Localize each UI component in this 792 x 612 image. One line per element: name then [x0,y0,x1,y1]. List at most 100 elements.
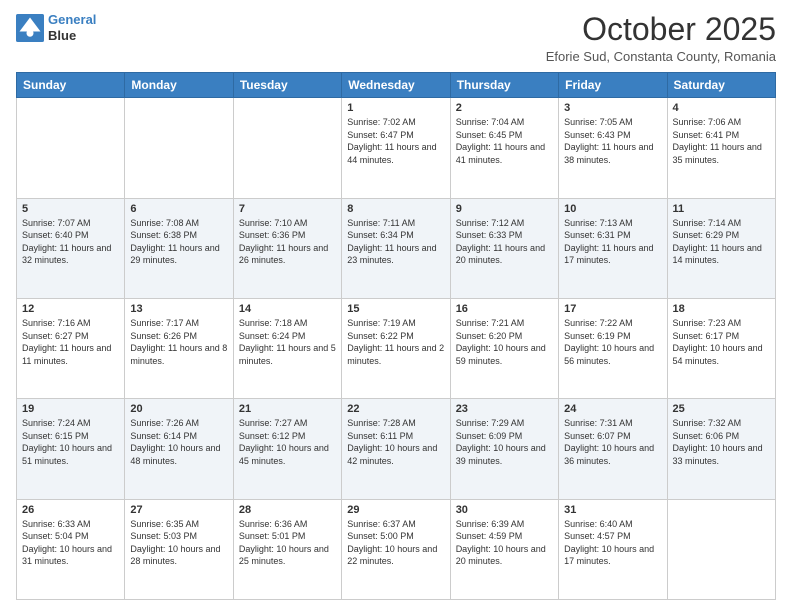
cell-date-1-3: 8 [347,203,444,215]
cell-date-4-2: 28 [239,504,336,516]
week-row-2: 12 Sunrise: 7:16 AM Sunset: 6:27 PM Dayli… [17,298,776,398]
cell-info-2-1: Sunrise: 7:17 AM Sunset: 6:26 PM Dayligh… [130,317,227,367]
cell-1-5: 10 Sunrise: 7:13 AM Sunset: 6:31 PM Dayli… [559,198,667,298]
cell-date-4-3: 29 [347,504,444,516]
location: Eforie Sud, Constanta County, Romania [546,49,776,64]
cell-0-1 [125,98,233,198]
cell-info-2-3: Sunrise: 7:19 AM Sunset: 6:22 PM Dayligh… [347,317,444,367]
cell-date-0-4: 2 [456,102,553,114]
cell-date-1-1: 6 [130,203,227,215]
cell-date-1-2: 7 [239,203,336,215]
cell-4-3: 29 Sunrise: 6:37 AM Sunset: 5:00 PM Dayli… [342,499,450,599]
cell-date-2-1: 13 [130,303,227,315]
col-monday: Monday [125,73,233,98]
cell-date-1-0: 5 [22,203,119,215]
cell-date-3-0: 19 [22,403,119,415]
cell-info-1-5: Sunrise: 7:13 AM Sunset: 6:31 PM Dayligh… [564,217,661,267]
cell-date-1-4: 9 [456,203,553,215]
cell-date-3-4: 23 [456,403,553,415]
cell-info-1-0: Sunrise: 7:07 AM Sunset: 6:40 PM Dayligh… [22,217,119,267]
cell-info-3-4: Sunrise: 7:29 AM Sunset: 6:09 PM Dayligh… [456,417,553,467]
cell-4-1: 27 Sunrise: 6:35 AM Sunset: 5:03 PM Dayli… [125,499,233,599]
cell-info-3-0: Sunrise: 7:24 AM Sunset: 6:15 PM Dayligh… [22,417,119,467]
cell-info-1-4: Sunrise: 7:12 AM Sunset: 6:33 PM Dayligh… [456,217,553,267]
cell-info-1-3: Sunrise: 7:11 AM Sunset: 6:34 PM Dayligh… [347,217,444,267]
logo: General Blue [16,12,96,43]
cell-info-4-1: Sunrise: 6:35 AM Sunset: 5:03 PM Dayligh… [130,518,227,568]
cell-info-4-0: Sunrise: 6:33 AM Sunset: 5:04 PM Dayligh… [22,518,119,568]
col-tuesday: Tuesday [233,73,341,98]
cell-3-0: 19 Sunrise: 7:24 AM Sunset: 6:15 PM Dayli… [17,399,125,499]
cell-2-2: 14 Sunrise: 7:18 AM Sunset: 6:24 PM Dayli… [233,298,341,398]
week-row-0: 1Sunrise: 7:02 AM Sunset: 6:47 PM Daylig… [17,98,776,198]
cell-0-6: 4 Sunrise: 7:06 AM Sunset: 6:41 PM Daylig… [667,98,775,198]
col-wednesday: Wednesday [342,73,450,98]
cell-1-2: 7 Sunrise: 7:10 AM Sunset: 6:36 PM Daylig… [233,198,341,298]
cell-2-6: 18Sunrise: 7:23 AM Sunset: 6:17 PM Dayli… [667,298,775,398]
cell-info-3-2: Sunrise: 7:27 AM Sunset: 6:12 PM Dayligh… [239,417,336,467]
calendar-header-row: Sunday Monday Tuesday Wednesday Thursday… [17,73,776,98]
col-thursday: Thursday [450,73,558,98]
cell-4-0: 26Sunrise: 6:33 AM Sunset: 5:04 PM Dayli… [17,499,125,599]
week-row-1: 5 Sunrise: 7:07 AM Sunset: 6:40 PM Daylig… [17,198,776,298]
cell-4-4: 30 Sunrise: 6:39 AM Sunset: 4:59 PM Dayli… [450,499,558,599]
cell-info-3-5: Sunrise: 7:31 AM Sunset: 6:07 PM Dayligh… [564,417,661,467]
cell-info-3-3: Sunrise: 7:28 AM Sunset: 6:11 PM Dayligh… [347,417,444,467]
cell-4-2: 28 Sunrise: 6:36 AM Sunset: 5:01 PM Dayli… [233,499,341,599]
cell-info-2-2: Sunrise: 7:18 AM Sunset: 6:24 PM Dayligh… [239,317,336,367]
cell-3-5: 24 Sunrise: 7:31 AM Sunset: 6:07 PM Dayli… [559,399,667,499]
cell-info-2-5: Sunrise: 7:22 AM Sunset: 6:19 PM Dayligh… [564,317,661,367]
cell-0-2 [233,98,341,198]
cell-date-3-3: 22 [347,403,444,415]
cell-1-1: 6Sunrise: 7:08 AM Sunset: 6:38 PM Daylig… [125,198,233,298]
cell-date-3-2: 21 [239,403,336,415]
cell-date-2-6: 18 [673,303,770,315]
cell-date-4-5: 31 [564,504,661,516]
cell-date-3-1: 20 [130,403,227,415]
cell-info-4-3: Sunrise: 6:37 AM Sunset: 5:00 PM Dayligh… [347,518,444,568]
cell-date-3-6: 25 [673,403,770,415]
cell-info-0-6: Sunrise: 7:06 AM Sunset: 6:41 PM Dayligh… [673,116,770,166]
cell-info-4-4: Sunrise: 6:39 AM Sunset: 4:59 PM Dayligh… [456,518,553,568]
cell-3-4: 23 Sunrise: 7:29 AM Sunset: 6:09 PM Dayli… [450,399,558,499]
cell-info-2-4: Sunrise: 7:21 AM Sunset: 6:20 PM Dayligh… [456,317,553,367]
cell-date-3-5: 24 [564,403,661,415]
week-row-3: 19 Sunrise: 7:24 AM Sunset: 6:15 PM Dayli… [17,399,776,499]
cell-3-2: 21 Sunrise: 7:27 AM Sunset: 6:12 PM Dayli… [233,399,341,499]
cell-info-0-3: Sunrise: 7:02 AM Sunset: 6:47 PM Dayligh… [347,116,444,166]
cell-info-4-2: Sunrise: 6:36 AM Sunset: 5:01 PM Dayligh… [239,518,336,568]
col-friday: Friday [559,73,667,98]
logo-icon [16,14,44,42]
cell-info-1-6: Sunrise: 7:14 AM Sunset: 6:29 PM Dayligh… [673,217,770,267]
cell-0-0 [17,98,125,198]
cell-4-6 [667,499,775,599]
cell-date-4-4: 30 [456,504,553,516]
cell-2-1: 13 Sunrise: 7:17 AM Sunset: 6:26 PM Dayli… [125,298,233,398]
cell-date-1-5: 10 [564,203,661,215]
cell-info-2-0: Sunrise: 7:16 AM Sunset: 6:27 PM Dayligh… [22,317,119,367]
cell-info-3-1: Sunrise: 7:26 AM Sunset: 6:14 PM Dayligh… [130,417,227,467]
cell-date-2-5: 17 [564,303,661,315]
cell-info-0-4: Sunrise: 7:04 AM Sunset: 6:45 PM Dayligh… [456,116,553,166]
cell-2-3: 15 Sunrise: 7:19 AM Sunset: 6:22 PM Dayli… [342,298,450,398]
cell-date-4-1: 27 [130,504,227,516]
cell-date-2-0: 12 [22,303,119,315]
cell-info-4-5: Sunrise: 6:40 AM Sunset: 4:57 PM Dayligh… [564,518,661,568]
title-block: October 2025 Eforie Sud, Constanta Count… [546,12,776,64]
cell-1-4: 9 Sunrise: 7:12 AM Sunset: 6:33 PM Daylig… [450,198,558,298]
cell-1-3: 8 Sunrise: 7:11 AM Sunset: 6:34 PM Daylig… [342,198,450,298]
cell-info-1-2: Sunrise: 7:10 AM Sunset: 6:36 PM Dayligh… [239,217,336,267]
cell-1-6: 11Sunrise: 7:14 AM Sunset: 6:29 PM Dayli… [667,198,775,298]
cell-date-2-3: 15 [347,303,444,315]
cell-date-0-6: 4 [673,102,770,114]
week-row-4: 26Sunrise: 6:33 AM Sunset: 5:04 PM Dayli… [17,499,776,599]
cell-3-6: 25Sunrise: 7:32 AM Sunset: 6:06 PM Dayli… [667,399,775,499]
col-sunday: Sunday [17,73,125,98]
logo-text: General Blue [48,12,96,43]
cell-date-2-2: 14 [239,303,336,315]
cell-3-1: 20 Sunrise: 7:26 AM Sunset: 6:14 PM Dayli… [125,399,233,499]
cell-2-4: 16 Sunrise: 7:21 AM Sunset: 6:20 PM Dayli… [450,298,558,398]
cell-date-2-4: 16 [456,303,553,315]
cell-info-0-5: Sunrise: 7:05 AM Sunset: 6:43 PM Dayligh… [564,116,661,166]
cell-1-0: 5 Sunrise: 7:07 AM Sunset: 6:40 PM Daylig… [17,198,125,298]
